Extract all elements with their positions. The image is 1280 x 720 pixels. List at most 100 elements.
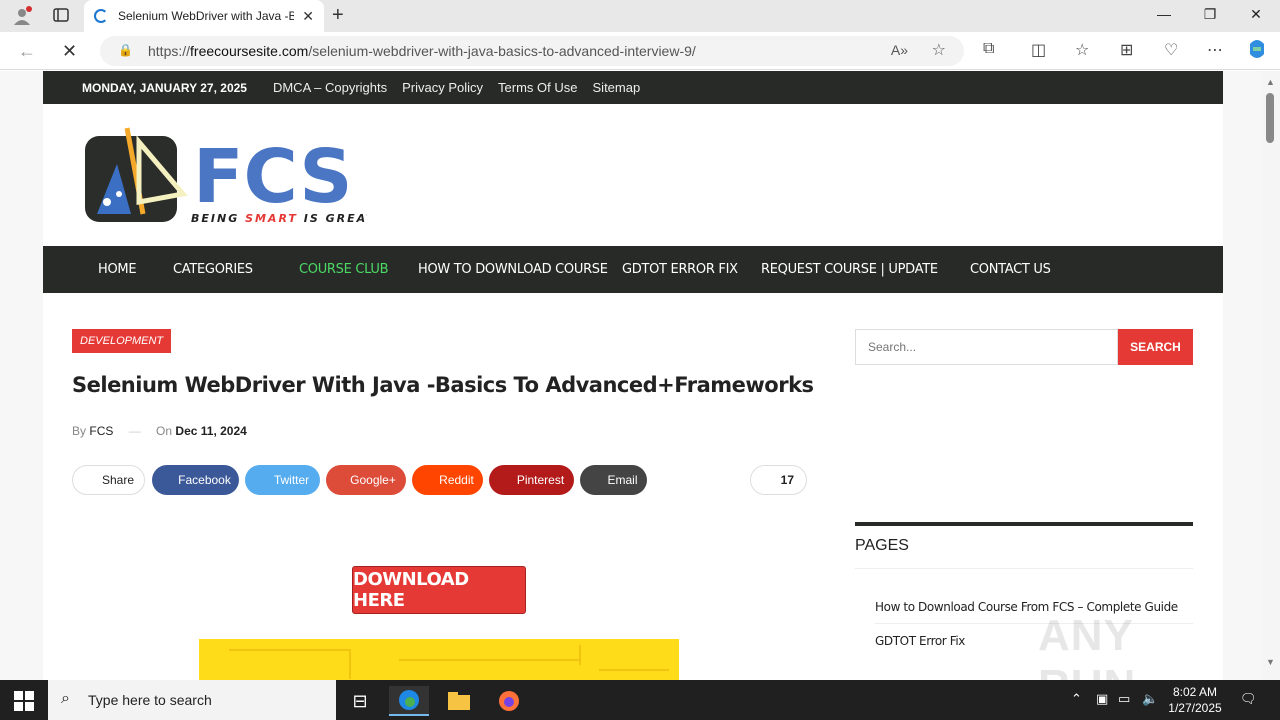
url-path: /selenium-webdriver-with-java-basics-to-… — [308, 43, 696, 59]
share-pinterest-label: Pinterest — [516, 473, 565, 487]
nav-request-course[interactable]: REQUEST COURSE | UPDATE — [761, 262, 938, 277]
close-window-icon[interactable]: ✕ — [1233, 6, 1279, 23]
task-view-icon[interactable]: ⊟ — [340, 686, 380, 716]
top-link-privacy[interactable]: Privacy Policy — [402, 80, 483, 95]
url-scheme: https:// — [148, 43, 191, 59]
nav-contact-us[interactable]: CONTACT US — [970, 262, 1051, 277]
sidebar-search-input[interactable] — [855, 329, 1118, 365]
edge-taskbar-icon[interactable] — [389, 686, 429, 716]
logo-letters: FCS — [193, 134, 353, 220]
share-email-button[interactable]: Email — [580, 465, 647, 495]
nav-course-club[interactable]: COURSE CLUB — [299, 262, 389, 277]
site-logo[interactable]: FCS BEING SMART IS GREAT — [77, 124, 374, 229]
share-twitter-label: Twitter — [273, 473, 310, 487]
new-tab-icon[interactable]: + — [332, 4, 344, 27]
tab-title: Selenium WebDriver with Java -B — [118, 9, 295, 23]
top-bar: MONDAY, JANUARY 27, 2025 DMCA – Copyrigh… — [43, 71, 1223, 104]
svg-text:BEING SMART IS GREAT: BEING SMART IS GREAT — [191, 212, 367, 224]
by-label: By — [72, 424, 87, 438]
post-date: Dec 11, 2024 — [175, 424, 247, 438]
network-icon[interactable]: ▭ — [1118, 691, 1130, 707]
sidebar-search-button[interactable]: SEARCH — [1118, 329, 1193, 365]
windows-taskbar: ⌕ Type here to search ⊟ ⌃ ▣ ▭ 🔈 8:02 AM … — [0, 680, 1280, 720]
address-bar[interactable]: 🔒 https://freecoursesite.com/selenium-we… — [100, 36, 964, 66]
tab-actions-icon[interactable] — [52, 6, 72, 26]
post-title: Selenium WebDriver With Java -Basics To … — [72, 373, 814, 397]
nav-home[interactable]: HOME — [98, 262, 137, 277]
share-label-button[interactable]: Share — [72, 465, 145, 495]
share-google-button[interactable]: Google+ — [326, 465, 406, 495]
share-facebook-button[interactable]: Facebook — [152, 465, 239, 495]
meet-now-icon[interactable]: ▣ — [1096, 691, 1108, 707]
volume-icon[interactable]: 🔈 — [1142, 691, 1158, 707]
file-explorer-icon[interactable] — [439, 686, 479, 716]
top-link-sitemap[interactable]: Sitemap — [593, 80, 641, 95]
page-wrapper: MONDAY, JANUARY 27, 2025 DMCA – Copyrigh… — [43, 71, 1223, 680]
browser-essentials-icon[interactable]: ♡ — [1164, 40, 1178, 60]
pages-divider — [855, 522, 1193, 526]
share-google-label: Google+ — [350, 473, 396, 487]
search-button-label: SEARCH — [1130, 340, 1181, 354]
anyrun-watermark: ANY RUN — [1038, 611, 1135, 680]
firefox-icon[interactable] — [489, 686, 529, 716]
main-navigation: HOME CATEGORIES COURSE CLUB HOW TO DOWNL… — [43, 246, 1223, 293]
nav-gdtot-error-fix[interactable]: GDTOT ERROR FIX — [622, 262, 738, 277]
more-options-icon[interactable]: ⋯ — [1207, 40, 1223, 60]
favorites-icon[interactable]: ☆ — [1075, 40, 1089, 60]
profile-icon[interactable] — [12, 6, 32, 26]
url-host: freecoursesite.com — [190, 43, 309, 59]
extensions-icon[interactable]: ⧉ — [983, 40, 994, 58]
author-link[interactable]: FCS — [89, 424, 113, 438]
share-twitter-button[interactable]: Twitter — [245, 465, 320, 495]
pages-heading-divider — [855, 568, 1193, 569]
current-date: MONDAY, JANUARY 27, 2025 — [82, 80, 247, 95]
scroll-down-icon[interactable]: ▼ — [1266, 657, 1275, 667]
taskbar-search-placeholder: Type here to search — [88, 692, 212, 708]
minimize-icon[interactable]: — — [1141, 6, 1187, 22]
share-facebook-label: Facebook — [178, 473, 231, 487]
course-banner-image — [199, 639, 679, 680]
split-screen-icon[interactable]: ◫ — [1031, 40, 1046, 60]
meta-separator: — — [128, 424, 141, 438]
share-label: Share — [101, 473, 134, 487]
favorite-star-icon[interactable]: ☆ — [932, 40, 946, 60]
share-count-value: 17 — [780, 473, 794, 487]
site-header: FCS BEING SMART IS GREAT — [43, 104, 1223, 246]
windows-start-icon[interactable] — [14, 691, 34, 716]
show-hidden-icons-icon[interactable]: ⌃ — [1071, 691, 1082, 707]
lock-icon[interactable]: 🔒 — [118, 43, 133, 57]
nav-how-to-download[interactable]: HOW TO DOWNLOAD COURSE — [418, 262, 608, 277]
top-link-dmca[interactable]: DMCA – Copyrights — [273, 80, 387, 95]
collections-icon[interactable]: ⊞ — [1120, 40, 1133, 60]
share-reddit-label: Reddit — [439, 473, 474, 487]
top-link-terms[interactable]: Terms Of Use — [498, 80, 577, 95]
share-pinterest-button[interactable]: Pinterest — [489, 465, 574, 495]
pages-heading: PAGES — [855, 537, 909, 554]
stop-loading-icon[interactable]: ✕ — [62, 41, 77, 62]
clock-date: 1/27/2025 — [1168, 701, 1222, 715]
search-icon: ⌕ — [61, 690, 70, 707]
clock-time: 8:02 AM — [1172, 685, 1218, 699]
download-button[interactable]: DOWNLOAD HERE — [352, 566, 526, 614]
taskbar-search-box[interactable]: ⌕ Type here to search — [48, 680, 336, 720]
copilot-icon[interactable] — [1246, 38, 1268, 65]
back-icon[interactable]: ← — [18, 41, 36, 62]
page-scrollbar[interactable]: ▲ ▼ — [1262, 71, 1280, 680]
restore-icon[interactable]: ❐ — [1187, 6, 1233, 23]
download-label: DOWNLOAD HERE — [353, 569, 469, 611]
notifications-icon[interactable]: 🗨 — [1240, 691, 1257, 707]
share-reddit-button[interactable]: Reddit — [412, 465, 483, 495]
category-badge[interactable]: DEVELOPMENT — [72, 329, 172, 353]
nav-categories[interactable]: CATEGORIES — [173, 262, 253, 277]
taskbar-clock[interactable]: 8:02 AM 1/27/2025 — [1160, 684, 1230, 716]
pages-link-gdtot[interactable]: GDTOT Error Fix — [875, 634, 965, 648]
scrollbar-thumb[interactable] — [1266, 93, 1274, 143]
scroll-up-icon[interactable]: ▲ — [1266, 77, 1275, 87]
read-aloud-icon[interactable]: A» — [891, 42, 908, 58]
browser-tab-bar: Selenium WebDriver with Java -B ✕ + — ❐ … — [0, 0, 1280, 32]
loading-icon — [94, 9, 108, 23]
on-label: On — [156, 424, 173, 438]
share-count: 17 — [750, 465, 807, 495]
browser-tab[interactable]: Selenium WebDriver with Java -B ✕ — [84, 0, 324, 32]
close-tab-icon[interactable]: ✕ — [302, 8, 314, 25]
